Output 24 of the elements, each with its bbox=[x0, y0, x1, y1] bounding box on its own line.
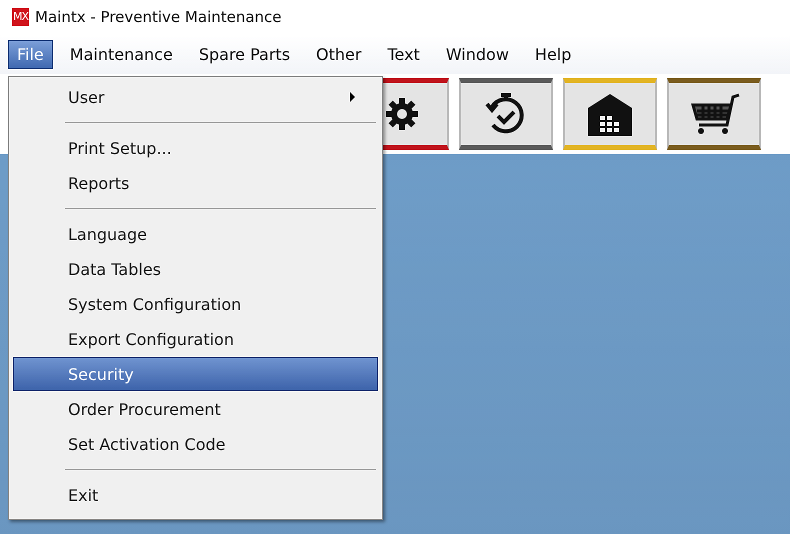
toolbar-button[interactable] bbox=[459, 78, 553, 150]
menu-item[interactable]: Print Setup... bbox=[13, 131, 378, 165]
toolbar-button[interactable] bbox=[563, 78, 657, 150]
menu-item[interactable]: File bbox=[8, 40, 53, 68]
app-logo: MX bbox=[12, 8, 30, 26]
menu-item[interactable]: Set Activation Code bbox=[13, 427, 378, 461]
menu-item[interactable]: Exit bbox=[13, 478, 378, 512]
menu-item[interactable]: Export Configuration bbox=[13, 322, 378, 356]
menu-item[interactable]: User bbox=[13, 80, 378, 114]
window-title: Maintx - Preventive Maintenance bbox=[35, 8, 282, 26]
menu-item[interactable]: System Configuration bbox=[13, 287, 378, 321]
warehouse-icon bbox=[586, 92, 634, 136]
menu-item[interactable]: Window bbox=[436, 40, 518, 68]
menu-item[interactable]: Data Tables bbox=[13, 252, 378, 286]
toolbar-button[interactable] bbox=[667, 78, 761, 150]
menu-item[interactable]: Spare Parts bbox=[190, 40, 300, 68]
menu-item[interactable]: Order Procurement bbox=[13, 392, 378, 426]
menu-item[interactable]: Reports bbox=[13, 166, 378, 200]
menu-item[interactable]: Other bbox=[307, 40, 370, 68]
menu-item[interactable]: Security bbox=[13, 357, 378, 391]
menu-item[interactable]: Maintenance bbox=[60, 40, 182, 68]
menu-item[interactable]: Help bbox=[526, 40, 580, 68]
menu-item[interactable]: Language bbox=[13, 217, 378, 251]
menu-item[interactable]: Text bbox=[378, 40, 429, 68]
